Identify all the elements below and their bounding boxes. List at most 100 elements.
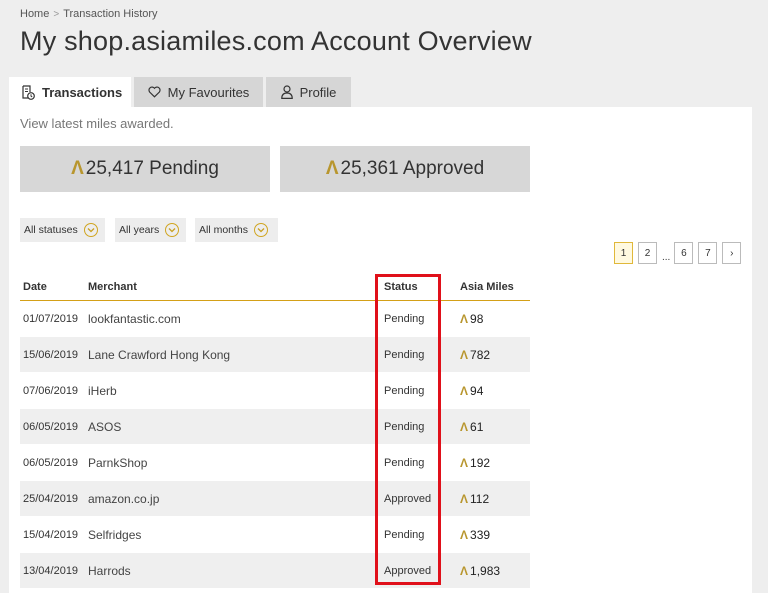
pending-miles-summary: Λ 25,417 Pending — [20, 146, 270, 192]
tab-profile-label: Profile — [299, 84, 337, 100]
row-date: 15/06/2019 — [20, 336, 88, 373]
tab-profile[interactable]: Profile — [266, 77, 351, 107]
row-status: Pending — [377, 516, 451, 553]
row-status: Pending — [377, 300, 451, 337]
row-asia-miles: Λ 339 — [451, 516, 530, 553]
row-asia-miles: Λ 192 — [451, 444, 530, 481]
year-filter-label: All years — [119, 224, 160, 236]
column-header-status: Status — [377, 273, 451, 301]
receipt-clock-icon — [21, 84, 35, 100]
row-asia-miles: Λ 61 — [451, 408, 530, 445]
asia-miles-icon: Λ — [71, 158, 84, 179]
pending-miles-text: 25,417 Pending — [85, 158, 219, 179]
column-header-asia-miles: Asia Miles — [451, 273, 530, 301]
table-row: 15/04/2019 Selfridges Pending Λ 339 — [20, 516, 530, 553]
table-row: 06/05/2019 ParnkShop Pending Λ 192 — [20, 444, 530, 481]
row-miles-value: 782 — [470, 347, 491, 362]
row-merchant: lookfantastic.com — [88, 300, 377, 337]
asia-miles-icon: Λ — [460, 383, 469, 398]
breadcrumb-home-link[interactable]: Home — [20, 8, 49, 20]
row-merchant: Selfridges — [88, 516, 377, 553]
row-date: 07/06/2019 — [20, 372, 88, 409]
year-filter-dropdown[interactable]: All years — [115, 218, 186, 242]
chevron-right-icon: › — [730, 247, 734, 259]
asia-miles-icon: Λ — [460, 347, 469, 362]
row-asia-miles: Λ 112 — [451, 480, 530, 517]
asia-miles-icon: Λ — [460, 311, 469, 326]
row-asia-miles: Λ 94 — [451, 372, 530, 409]
breadcrumb-separator: > — [53, 9, 60, 20]
pagination: 1 2 ... 6 7 › — [614, 242, 746, 264]
row-status: Pending — [377, 408, 451, 445]
chevron-down-icon — [165, 223, 180, 237]
page-button-2[interactable]: 2 — [638, 242, 657, 264]
tab-my-favourites[interactable]: My Favourites — [134, 77, 263, 107]
table-row: 25/04/2019 amazon.co.jp Approved Λ 112 — [20, 480, 530, 517]
table-row: 15/06/2019 Lane Crawford Hong Kong Pendi… — [20, 336, 530, 373]
row-status: Approved — [377, 480, 451, 517]
row-merchant: Lane Crawford Hong Kong — [88, 336, 377, 373]
month-filter-label: All months — [199, 224, 249, 236]
row-merchant: ParnkShop — [88, 444, 377, 481]
page-button-1[interactable]: 1 — [614, 242, 633, 264]
column-header-merchant: Merchant — [88, 273, 377, 301]
row-miles-value: 339 — [470, 527, 491, 542]
status-filter-dropdown[interactable]: All statuses — [20, 218, 105, 242]
row-status: Approved — [377, 552, 451, 588]
heart-icon — [148, 86, 161, 98]
asia-miles-icon: Λ — [460, 527, 469, 542]
row-miles-value: 112 — [470, 491, 490, 506]
chevron-down-icon — [254, 223, 269, 237]
column-header-date: Date — [20, 273, 88, 301]
transactions-panel: View latest miles awarded. Λ 25,417 Pend… — [9, 107, 752, 593]
table-row: 01/07/2019 lookfantastic.com Pending Λ 98 — [20, 300, 530, 337]
row-status: Pending — [377, 372, 451, 409]
transactions-table: Date Merchant Status Asia Miles 01/07/20… — [20, 273, 530, 588]
row-date: 25/04/2019 — [20, 480, 88, 517]
breadcrumb-current: Transaction History — [63, 8, 158, 20]
row-miles-value: 94 — [470, 383, 484, 398]
table-header-row: Date Merchant Status Asia Miles — [20, 273, 530, 301]
row-asia-miles: Λ 98 — [451, 300, 530, 337]
page-title: My shop.asiamiles.com Account Overview — [20, 26, 532, 56]
approved-miles-summary: Λ 25,361 Approved — [280, 146, 530, 192]
row-date: 06/05/2019 — [20, 444, 88, 481]
asia-miles-icon: Λ — [460, 455, 469, 470]
page-button-6[interactable]: 6 — [674, 242, 694, 264]
chevron-down-icon — [83, 223, 98, 237]
row-status: Pending — [377, 444, 451, 481]
row-date: 06/05/2019 — [20, 408, 88, 445]
row-status: Pending — [377, 336, 451, 373]
person-icon — [280, 85, 293, 99]
row-miles-value: 61 — [470, 419, 484, 434]
approved-miles-text: 25,361 Approved — [340, 158, 485, 179]
row-merchant: Harrods — [88, 552, 377, 588]
pagination-ellipsis: ... — [662, 252, 671, 263]
asia-miles-icon: Λ — [460, 491, 469, 506]
asia-miles-icon: Λ — [460, 419, 469, 434]
next-page-button[interactable]: › — [722, 242, 742, 264]
tab-bar: Transactions My Favourites Profile — [9, 77, 354, 107]
row-date: 15/04/2019 — [20, 516, 88, 553]
month-filter-dropdown[interactable]: All months — [195, 218, 278, 242]
table-row: 06/05/2019 ASOS Pending Λ 61 — [20, 408, 530, 445]
row-merchant: ASOS — [88, 408, 377, 445]
asia-miles-icon: Λ — [325, 158, 339, 179]
tab-my-favourites-label: My Favourites — [167, 84, 250, 100]
row-asia-miles: Λ 1,983 — [451, 552, 530, 588]
row-asia-miles: Λ 782 — [451, 336, 530, 373]
breadcrumb: Home > Transaction History — [20, 8, 158, 20]
page-button-7[interactable]: 7 — [698, 242, 718, 264]
row-miles-value: 192 — [470, 455, 491, 470]
tab-transactions-label: Transactions — [42, 84, 123, 100]
tab-transactions[interactable]: Transactions — [9, 77, 131, 107]
status-filter-label: All statuses — [24, 224, 78, 236]
row-miles-value: 98 — [470, 311, 484, 326]
row-merchant: amazon.co.jp — [88, 480, 377, 517]
asia-miles-icon: Λ — [460, 563, 469, 578]
row-merchant: iHerb — [88, 372, 377, 409]
row-miles-value: 1,983 — [470, 563, 501, 578]
table-row: 13/04/2019 Harrods Approved Λ 1,983 — [20, 552, 530, 588]
panel-subtitle: View latest miles awarded. — [20, 116, 174, 131]
row-date: 01/07/2019 — [20, 300, 88, 337]
